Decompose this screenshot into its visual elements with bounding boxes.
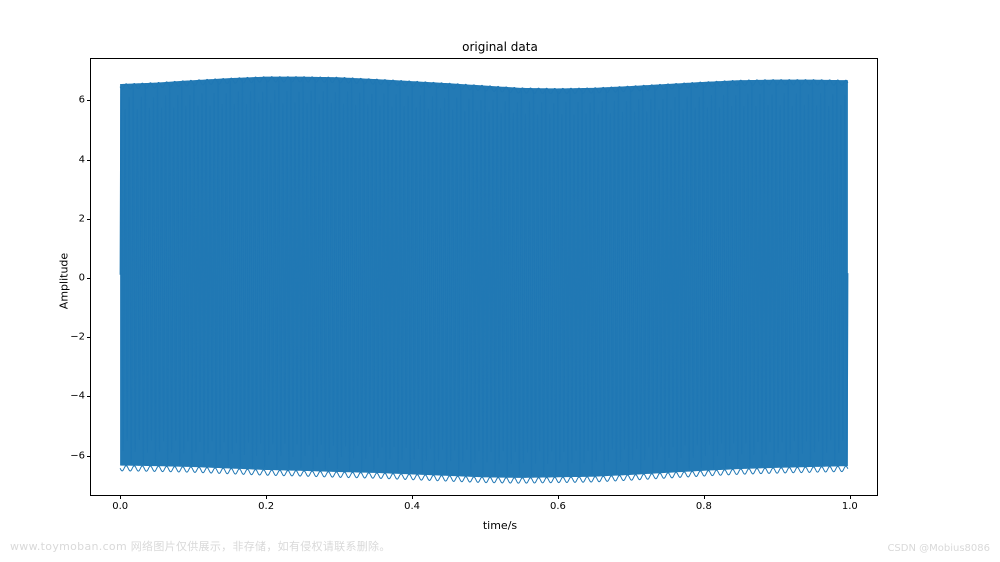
x-tick-mark — [266, 495, 267, 499]
y-tick-label: −6 — [70, 450, 85, 461]
y-tick-label: 0 — [79, 273, 85, 284]
y-tick-label: 6 — [79, 95, 85, 106]
y-tick-mark — [87, 337, 91, 338]
y-tick-mark — [87, 160, 91, 161]
y-tick-mark — [87, 396, 91, 397]
y-tick-label: −2 — [70, 332, 85, 343]
chart-title: original data — [0, 40, 1000, 54]
x-axis-label: time/s — [0, 519, 1000, 532]
y-tick-label: 4 — [79, 154, 85, 165]
x-tick-mark — [850, 495, 851, 499]
x-tick-mark — [412, 495, 413, 499]
y-tick-label: −4 — [70, 391, 85, 402]
x-tick-label: 0.0 — [112, 501, 128, 512]
x-tick-label: 1.0 — [842, 501, 858, 512]
x-tick-label: 0.6 — [550, 501, 566, 512]
x-tick-label: 0.4 — [404, 501, 420, 512]
y-tick-mark — [87, 100, 91, 101]
chart-canvas — [91, 59, 877, 495]
y-axis-label: Amplitude — [58, 253, 71, 309]
x-tick-label: 0.8 — [696, 501, 712, 512]
plot-area: −6−4−20246 0.00.20.40.60.81.0 — [90, 58, 878, 496]
y-tick-mark — [87, 456, 91, 457]
y-tick-mark — [87, 278, 91, 279]
watermark-left: www.toymoban.com 网络图片仅供展示，非存储，如有侵权请联系删除。 — [10, 538, 391, 554]
y-tick-mark — [87, 219, 91, 220]
watermark-right: CSDN @Mobius8086 — [887, 543, 990, 554]
x-tick-mark — [120, 495, 121, 499]
x-tick-mark — [558, 495, 559, 499]
y-tick-label: 2 — [79, 213, 85, 224]
chart-figure: original data Amplitude −6−4−20246 0.00.… — [0, 0, 1000, 562]
x-tick-mark — [704, 495, 705, 499]
x-tick-label: 0.2 — [258, 501, 274, 512]
